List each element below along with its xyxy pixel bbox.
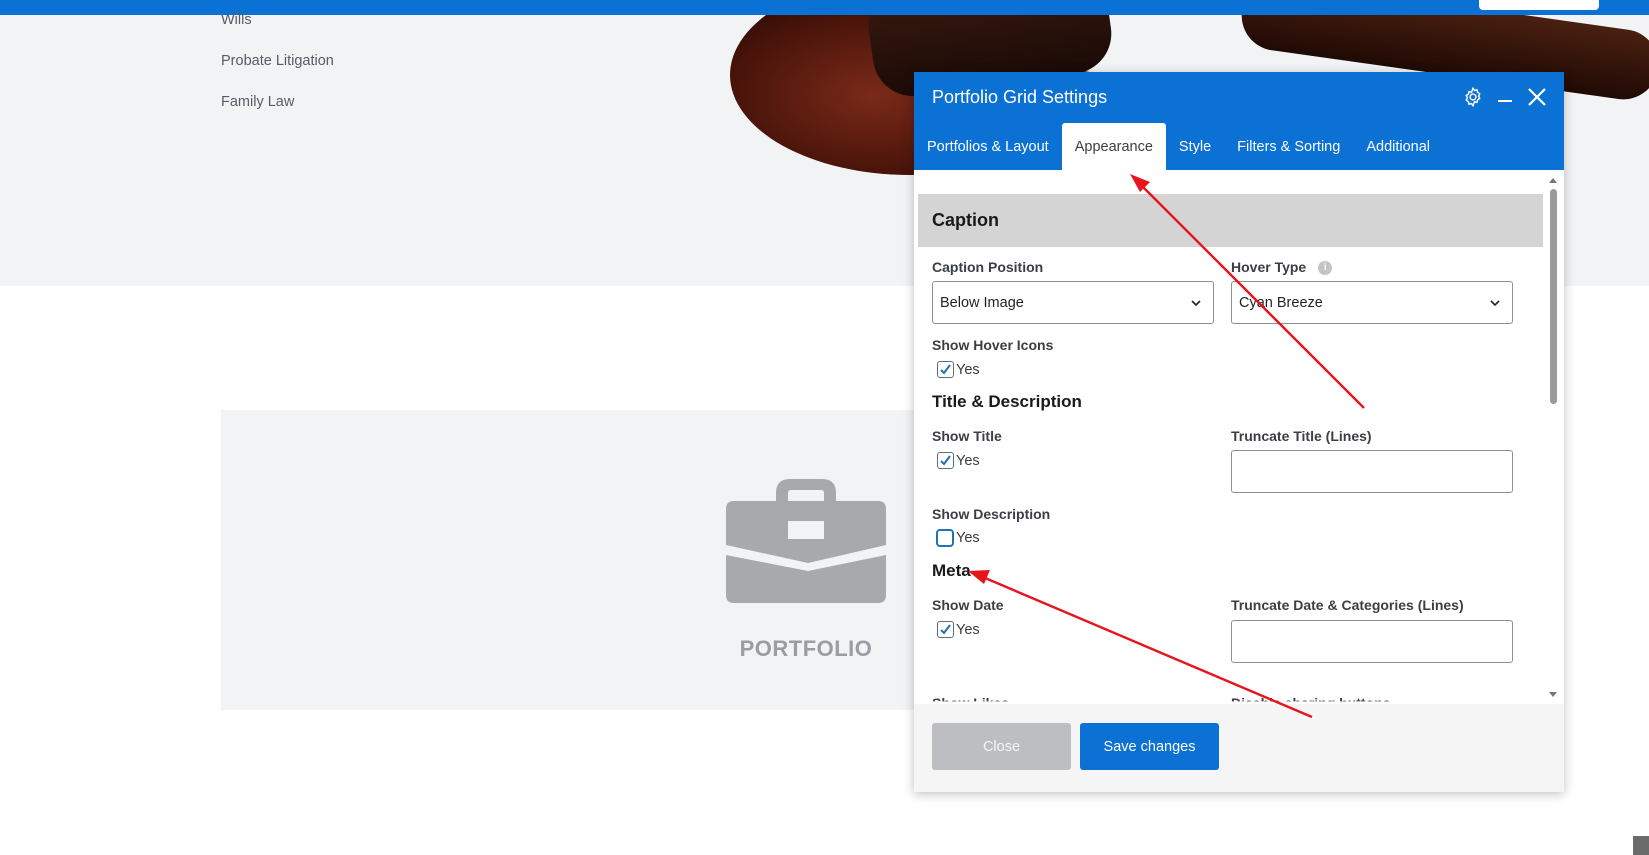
close-button[interactable]: Close xyxy=(932,723,1071,770)
hover-type-label-wrap: Hover Type i xyxy=(1231,259,1333,276)
checkbox-checked-icon xyxy=(937,361,954,378)
chevron-down-icon xyxy=(1490,300,1500,307)
truncate-title-label: Truncate Title (Lines) xyxy=(1231,428,1372,444)
disable-sharing-label: Disable sharing buttons xyxy=(1231,695,1391,704)
checkbox-checked-icon xyxy=(937,621,954,638)
show-description-option: Yes xyxy=(956,530,980,546)
briefcase-icon xyxy=(726,479,886,603)
show-hover-icons-label: Show Hover Icons xyxy=(932,337,1054,353)
show-date-checkbox[interactable]: Yes xyxy=(937,621,980,638)
scroll-up-arrow-icon[interactable] xyxy=(1549,178,1557,183)
scroll-down-arrow-icon[interactable] xyxy=(1549,692,1557,697)
gear-icon[interactable] xyxy=(1460,84,1486,110)
checkbox-checked-icon xyxy=(937,452,954,469)
dialog-title: Portfolio Grid Settings xyxy=(932,87,1108,107)
info-icon[interactable]: i xyxy=(1318,261,1333,276)
portfolio-label: PORTFOLIO xyxy=(739,636,873,661)
link-wills[interactable]: Wills xyxy=(221,12,334,53)
practice-area-links: Wills Probate Litigation Family Law xyxy=(221,12,334,135)
tab-appearance[interactable]: Appearance xyxy=(1061,123,1166,170)
show-description-label: Show Description xyxy=(932,506,1051,522)
dialog-body[interactable]: Caption Caption Position Below Image Hov… xyxy=(914,170,1564,704)
show-title-checkbox[interactable]: Yes xyxy=(937,452,980,469)
truncate-title-input[interactable] xyxy=(1231,450,1513,493)
show-title-option: Yes xyxy=(956,452,980,469)
link-family-law[interactable]: Family Law xyxy=(221,94,334,135)
portfolio-grid-settings-dialog: Portfolio Grid Settings Portfolios & Lay… xyxy=(914,72,1564,792)
top-bar-button[interactable] xyxy=(1479,0,1599,10)
show-title-label: Show Title xyxy=(932,428,1002,444)
show-date-label: Show Date xyxy=(932,597,1004,613)
show-hover-icons-checkbox[interactable]: Yes xyxy=(937,361,980,378)
dialog-header-controls xyxy=(1460,84,1550,110)
caption-position-label: Caption Position xyxy=(932,259,1044,275)
link-probate-litigation[interactable]: Probate Litigation xyxy=(221,53,334,94)
tab-filters-sorting[interactable]: Filters & Sorting xyxy=(1224,123,1353,170)
screen: Wills Probate Litigation Family Law PORT… xyxy=(0,0,1649,855)
close-icon[interactable] xyxy=(1524,84,1550,110)
scroll-thumb[interactable] xyxy=(1550,189,1557,404)
tab-additional[interactable]: Additional xyxy=(1353,123,1443,170)
truncate-date-input[interactable] xyxy=(1231,620,1513,663)
settings-tabs: Portfolios & Layout Appearance Style Fil… xyxy=(914,123,1443,170)
caption-position-value: Below Image xyxy=(940,294,1024,311)
checkbox-unchecked-icon xyxy=(936,529,954,547)
portfolio-placeholder: PORTFOLIO xyxy=(221,410,921,710)
hover-type-label: Hover Type xyxy=(1231,259,1307,275)
truncate-date-label: Truncate Date & Categories (Lines) xyxy=(1231,597,1464,613)
dialog-scrollbar[interactable] xyxy=(1544,170,1562,704)
minimize-icon[interactable] xyxy=(1492,84,1518,110)
save-changes-button[interactable]: Save changes xyxy=(1080,723,1219,770)
scrollbar-corner xyxy=(1633,836,1649,855)
show-likes-label: Show Likes xyxy=(932,695,1010,704)
tab-portfolios-layout[interactable]: Portfolios & Layout xyxy=(914,123,1062,170)
dialog-footer: Close Save changes xyxy=(914,704,1564,792)
tab-style[interactable]: Style xyxy=(1166,123,1224,170)
chevron-down-icon xyxy=(1191,300,1201,307)
show-date-option: Yes xyxy=(956,621,980,638)
title-description-heading: Title & Description xyxy=(932,392,1082,411)
show-hover-icons-option: Yes xyxy=(956,361,980,378)
show-description-checkbox[interactable]: Yes xyxy=(936,529,980,547)
hover-type-select[interactable]: Cyan Breeze xyxy=(1231,281,1513,324)
dialog-header: Portfolio Grid Settings Portfolios & Lay… xyxy=(914,72,1564,170)
caption-section-heading: Caption xyxy=(918,194,1543,247)
hover-type-value: Cyan Breeze xyxy=(1239,294,1323,311)
meta-heading: Meta xyxy=(932,561,971,580)
caption-position-select[interactable]: Below Image xyxy=(932,281,1214,324)
